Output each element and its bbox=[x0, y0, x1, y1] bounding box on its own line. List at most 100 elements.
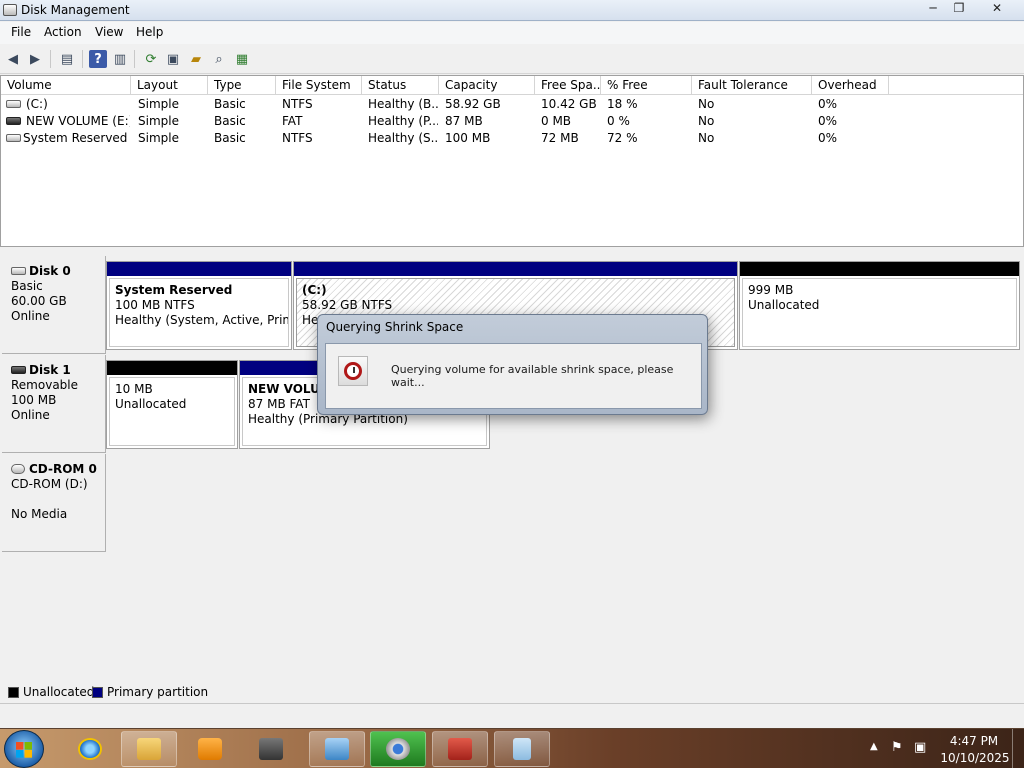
menu-bar: File Action View Help bbox=[0, 22, 1024, 44]
cell-overhead: 0% bbox=[818, 114, 838, 128]
cell-percent-free: 18 % bbox=[607, 97, 638, 111]
column-header-overhead[interactable]: Overhead bbox=[812, 76, 889, 95]
primary-partition-bar bbox=[294, 262, 737, 276]
disk-management-app-icon bbox=[3, 4, 17, 16]
partition-body: 999 MB Unallocated bbox=[742, 278, 1017, 347]
partition-size: 58.92 GB NTFS bbox=[302, 298, 393, 312]
cell-file-system: NTFS bbox=[282, 97, 313, 111]
disk-0-kind: Basic bbox=[11, 279, 43, 293]
partition-unallocated-disk1[interactable]: 10 MB Unallocated bbox=[106, 360, 238, 449]
show-hidden-icons-icon[interactable]: ▲ bbox=[870, 741, 878, 768]
cell-file-system: NTFS bbox=[282, 131, 313, 145]
disk-name-text: Disk 0 bbox=[29, 264, 71, 278]
disk-0-size: 60.00 GB bbox=[11, 294, 67, 308]
legend-label-primary: Primary partition bbox=[107, 685, 209, 699]
forward-arrow-icon[interactable]: ▶ bbox=[26, 50, 44, 68]
column-header-capacity[interactable]: Capacity bbox=[439, 76, 535, 95]
table-row[interactable]: (C:) Simple Basic NTFS Healthy (B... 58.… bbox=[1, 96, 1001, 113]
column-header-layout[interactable]: Layout bbox=[131, 76, 208, 95]
partition-status: Unallocated bbox=[115, 397, 187, 411]
partition-status: Healthy (System, Active, Primary bbox=[115, 313, 288, 327]
close-button[interactable]: ✕ bbox=[972, 0, 1022, 19]
show-pane-icon[interactable]: ▥ bbox=[111, 50, 129, 68]
control-panel-icon[interactable] bbox=[309, 731, 365, 767]
toolbox-icon[interactable] bbox=[432, 731, 488, 767]
cell-overhead: 0% bbox=[818, 131, 838, 145]
dialog-title: Querying Shrink Space bbox=[326, 320, 464, 334]
column-header-volume[interactable]: Volume bbox=[1, 76, 131, 95]
partition-system-reserved[interactable]: System Reserved 100 MB NTFS Healthy (Sys… bbox=[106, 261, 292, 350]
clock-date[interactable]: 10/10/2025 bbox=[940, 751, 1010, 765]
menu-help[interactable]: Help bbox=[136, 25, 163, 39]
cell-volume: System Reserved bbox=[23, 131, 128, 145]
refresh-icon[interactable]: ⟳ bbox=[142, 50, 160, 68]
table-row[interactable]: System Reserved Simple Basic NTFS Health… bbox=[1, 130, 1001, 147]
disk-name-text: Disk 1 bbox=[29, 363, 71, 377]
document-icon[interactable] bbox=[494, 731, 550, 767]
show-desktop-button[interactable] bbox=[1012, 729, 1024, 768]
cell-volume: (C:) bbox=[26, 97, 48, 111]
clock-time[interactable]: 4:47 PM bbox=[944, 734, 1004, 748]
dialog-content: Querying volume for available shrink spa… bbox=[325, 343, 702, 409]
cell-status: Healthy (S... bbox=[368, 131, 438, 145]
toolbar-separator bbox=[50, 50, 51, 68]
toolbar-separator bbox=[82, 50, 83, 68]
cell-file-system: FAT bbox=[282, 114, 303, 128]
disk-1-name: Disk 1 bbox=[11, 363, 105, 378]
action-center-flag-icon[interactable]: ⚑ bbox=[891, 740, 903, 768]
volume-list: Volume Layout Type File System Status Ca… bbox=[0, 75, 1024, 247]
column-header-file-system[interactable]: File System bbox=[276, 76, 362, 95]
table-row[interactable]: NEW VOLUME (E:) Simple Basic FAT Healthy… bbox=[1, 113, 1001, 130]
legend: Unallocated Primary partition bbox=[0, 684, 1024, 702]
column-header-fault-tolerance[interactable]: Fault Tolerance bbox=[692, 76, 812, 95]
internet-explorer-icon[interactable] bbox=[62, 731, 118, 767]
partition-unallocated-disk0[interactable]: 999 MB Unallocated bbox=[739, 261, 1020, 350]
cell-free-space: 72 MB bbox=[541, 131, 579, 145]
open-folder-icon[interactable]: ▰ bbox=[187, 50, 205, 68]
toolbar-separator bbox=[134, 50, 135, 68]
help-icon[interactable]: ? bbox=[89, 50, 107, 68]
menu-action[interactable]: Action bbox=[44, 25, 82, 39]
removable-drive-icon bbox=[6, 117, 21, 125]
console-tree-icon[interactable]: ▤ bbox=[58, 50, 76, 68]
taskbar: ▲ ⚑ ▣ 4:47 PM 10/10/2025 bbox=[0, 728, 1024, 768]
cdrom-0-label[interactable]: CD-ROM 0 CD-ROM (D:) No Media bbox=[2, 454, 106, 552]
properties-icon[interactable]: ▣ bbox=[164, 50, 182, 68]
file-explorer-icon[interactable] bbox=[121, 731, 177, 767]
legend-swatch-unallocated bbox=[8, 687, 19, 698]
removable-disk-icon bbox=[11, 366, 26, 374]
start-button[interactable] bbox=[4, 730, 44, 768]
disk-1-kind: Removable bbox=[11, 378, 79, 392]
column-header-status[interactable]: Status bbox=[362, 76, 439, 95]
cdrom-0-state: No Media bbox=[11, 507, 68, 521]
cdrom-0-name: CD-ROM 0 bbox=[11, 462, 105, 477]
column-header-type[interactable]: Type bbox=[208, 76, 276, 95]
partition-size: 999 MB bbox=[748, 283, 794, 297]
minimize-button[interactable]: ─ bbox=[920, 0, 946, 19]
export-list-icon[interactable]: ▦ bbox=[233, 50, 251, 68]
disk-1-state: Online bbox=[11, 408, 50, 422]
network-icon[interactable]: ▣ bbox=[914, 740, 926, 768]
hard-disk-icon bbox=[11, 267, 26, 275]
disk-0-state: Online bbox=[11, 309, 50, 323]
partition-status: Unallocated bbox=[748, 298, 820, 312]
clock-icon bbox=[338, 356, 368, 386]
chrome-icon[interactable] bbox=[370, 731, 426, 767]
partition-body: System Reserved 100 MB NTFS Healthy (Sys… bbox=[109, 278, 289, 347]
user-folder-icon[interactable] bbox=[243, 731, 299, 767]
windows-logo-icon bbox=[16, 742, 32, 758]
dialog-message: Querying volume for available shrink spa… bbox=[391, 363, 674, 389]
media-player-icon[interactable] bbox=[182, 731, 238, 767]
menu-view[interactable]: View bbox=[95, 25, 123, 39]
rescan-disks-icon[interactable]: ⌕ bbox=[210, 50, 228, 68]
column-header-percent-free[interactable]: % Free bbox=[601, 76, 692, 95]
volume-list-header: Volume Layout Type File System Status Ca… bbox=[1, 76, 1023, 95]
disk-1-label[interactable]: Disk 1 Removable 100 MB Online bbox=[2, 355, 106, 453]
column-header-free-space[interactable]: Free Spa... bbox=[535, 76, 601, 95]
back-arrow-icon[interactable]: ◀ bbox=[4, 50, 22, 68]
cell-fault-tolerance: No bbox=[698, 131, 715, 145]
menu-file[interactable]: File bbox=[11, 25, 31, 39]
disk-0-label[interactable]: Disk 0 Basic 60.00 GB Online bbox=[2, 256, 106, 354]
maximize-button[interactable]: ❐ bbox=[946, 0, 972, 19]
cell-volume: NEW VOLUME (E:) bbox=[26, 114, 130, 128]
